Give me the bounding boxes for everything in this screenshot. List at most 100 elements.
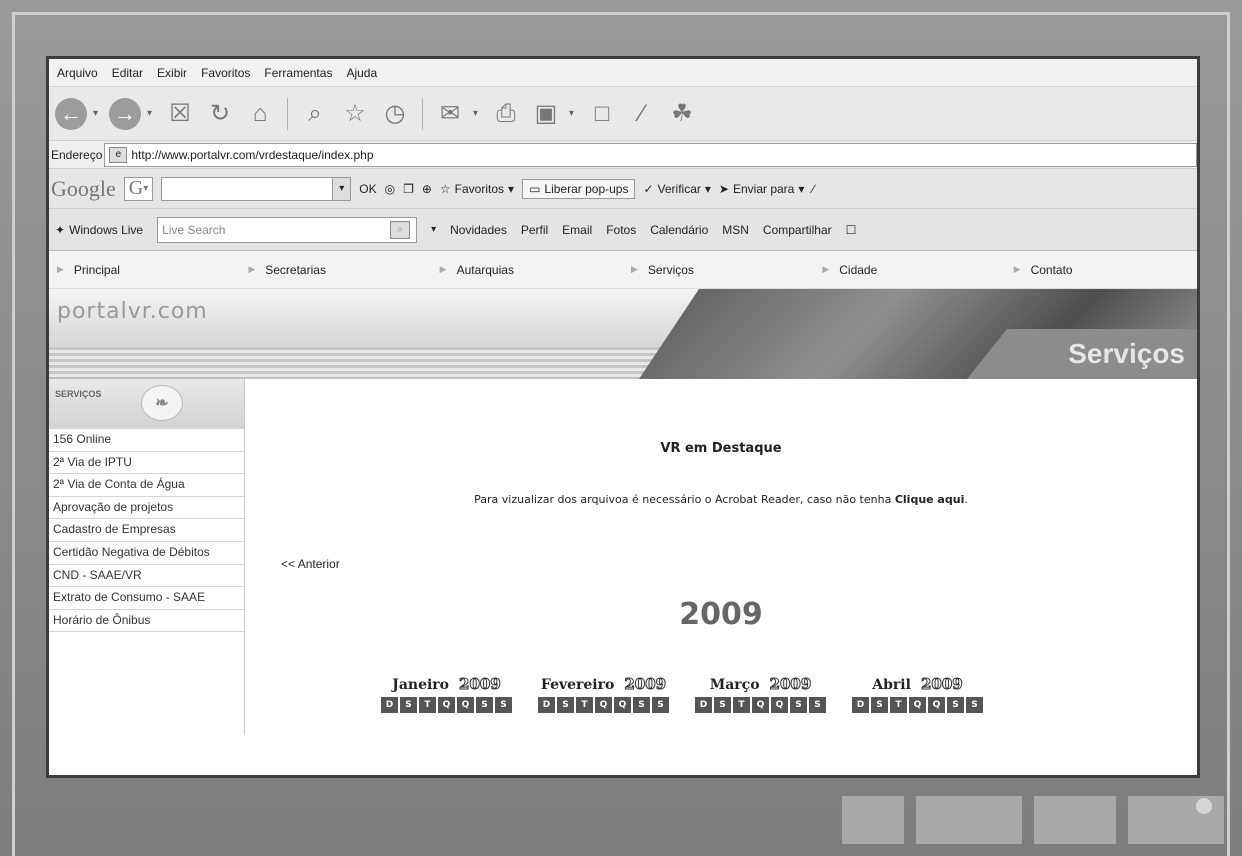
content-row: SERVIÇOS ❧ 156 Online 2ª Via de IPTU 2ª … (49, 379, 1197, 735)
google-menu-button[interactable]: G ▾ (123, 176, 154, 201)
back-icon[interactable]: ← (55, 97, 87, 130)
pen-icon[interactable]: ∕ (625, 97, 659, 131)
search-icon[interactable]: ⌕ (298, 97, 332, 131)
bookmark-icon[interactable]: ❐ (403, 182, 414, 196)
live-link-email[interactable]: Email (562, 223, 592, 237)
refresh-icon[interactable]: ↻ (203, 97, 237, 131)
options-icon[interactable]: ⊕ (422, 182, 432, 196)
google-search-input[interactable]: ▾ (161, 176, 352, 201)
stop-icon[interactable]: ☒ (163, 97, 197, 131)
back-dropdown-icon[interactable]: ▾ (93, 108, 103, 119)
browser-window: Arquivo Editar Exibir Favoritos Ferramen… (46, 56, 1200, 778)
weekday: D (695, 697, 712, 713)
send-to-button[interactable]: ➤ Enviar para ▾ (719, 182, 804, 196)
standard-toolbar: ← ▾ → ▾ ☒ ↻ ⌂ ⌕ ☆ ◷ ✉ ▾ ⎙ ▣ ▾ □ ∕ ☘ (49, 87, 1197, 141)
weekday: Q (438, 697, 455, 713)
menu-exibir[interactable]: Exibir (157, 66, 187, 80)
chevron-down-icon[interactable]: ▾ (431, 224, 436, 235)
menu-arquivo[interactable]: Arquivo (57, 66, 98, 80)
menu-ferramentas[interactable]: Ferramentas (264, 66, 332, 80)
address-url[interactable]: http://www.portalvr.com/vrdestaque/index… (131, 148, 373, 162)
live-link-calendario[interactable]: Calendário (650, 223, 708, 237)
sidebar-item-certidao[interactable]: Certidão Negativa de Débitos (49, 542, 244, 565)
messenger-icon[interactable]: ☘ (665, 97, 699, 131)
nav-principal[interactable]: ▶ Principal (49, 263, 240, 277)
weekday: S (714, 697, 731, 713)
weekday: S (557, 697, 574, 713)
popup-blocker-button[interactable]: ▭ Liberar pop-ups (522, 178, 636, 199)
weekday: Q (928, 697, 945, 713)
chevron-down-icon[interactable]: ▾ (332, 177, 351, 200)
forward-dropdown-icon[interactable]: ▾ (147, 108, 157, 119)
site-logo[interactable]: portalvr.com (57, 299, 208, 324)
send-label: Enviar para (732, 181, 795, 196)
live-search-placeholder: Live Search (162, 222, 226, 237)
windows-live-brand[interactable]: ✦ Windows Live (55, 223, 143, 237)
favorites-button[interactable]: ☆ Favoritos ▾ (440, 182, 514, 196)
edit-dropdown-icon[interactable]: ▾ (569, 108, 579, 119)
nav-secretarias[interactable]: ▶ Secretarias (240, 263, 431, 277)
month-janeiro: Janeiro 2009 DSTQQSS (381, 675, 512, 713)
live-link-fotos[interactable]: Fotos (606, 223, 636, 237)
mail-dropdown-icon[interactable]: ▾ (473, 108, 483, 119)
nav-autarquias[interactable]: ▶ Autarquias (432, 263, 623, 277)
previous-link[interactable]: << Anterior (281, 557, 340, 571)
acrobat-download-link[interactable]: Clique aqui (895, 493, 965, 506)
month-fevereiro: Fevereiro 2009 DSTQQSS (538, 675, 669, 713)
decorative-footer (0, 778, 1242, 856)
menu-favoritos[interactable]: Favoritos (201, 66, 250, 80)
month-marco: Março 2009 DSTQQSS (695, 675, 826, 713)
home-icon[interactable]: ⌂ (243, 97, 277, 131)
favorites-star-icon[interactable]: ☆ (338, 97, 372, 131)
sidebar-item-156-online[interactable]: 156 Online (49, 429, 244, 452)
live-link-msn[interactable]: MSN (722, 223, 749, 237)
share-icon[interactable]: ☐ (846, 223, 857, 237)
sidebar-item-aprovacao[interactable]: Aprovação de projetos (49, 497, 244, 520)
page-icon: e (109, 146, 128, 163)
pen-icon[interactable]: ∕ (812, 182, 814, 196)
google-ok-button[interactable]: OK (359, 182, 376, 196)
pagerank-icon[interactable]: ◎ (385, 182, 395, 196)
google-ok-label: OK (359, 181, 377, 196)
sidebar-item-cadastro[interactable]: Cadastro de Empresas (49, 519, 244, 542)
menu-editar[interactable]: Editar (112, 66, 143, 80)
services-sidebar: SERVIÇOS ❧ 156 Online 2ª Via de IPTU 2ª … (49, 379, 245, 735)
month-year: 2009 (624, 675, 667, 694)
google-logo[interactable]: Google (51, 176, 116, 202)
weekday: S (476, 697, 493, 713)
spellcheck-button[interactable]: ✓ Verificar ▾ (643, 182, 710, 196)
live-search-input[interactable]: Live Search ⌕ (157, 216, 418, 243)
weekday: Q (771, 697, 788, 713)
windows-live-logo-icon: ✦ (55, 222, 66, 237)
sidebar-item-conta-agua[interactable]: 2ª Via de Conta de Água (49, 474, 244, 497)
history-icon[interactable]: ◷ (378, 97, 412, 131)
month-year: 2009 (459, 675, 502, 694)
windows-live-label: Windows Live (69, 222, 144, 237)
edit-page-icon[interactable]: ▣ (529, 97, 563, 131)
sidebar-item-extrato[interactable]: Extrato de Consumo - SAAE (49, 587, 244, 610)
forward-icon[interactable]: → (109, 97, 141, 130)
nav-cidade[interactable]: ▶ Cidade (814, 263, 1005, 277)
menu-ajuda[interactable]: Ajuda (346, 66, 377, 80)
weekday: T (576, 697, 593, 713)
weekday: S (633, 697, 650, 713)
sidebar-item-onibus[interactable]: Horário de Ônibus (49, 610, 244, 633)
address-field[interactable]: e http://www.portalvr.com/vrdestaque/ind… (104, 142, 1197, 167)
search-icon[interactable]: ⌕ (390, 220, 411, 239)
decor-dot (1196, 798, 1212, 814)
month-name: Fevereiro (540, 677, 615, 693)
discuss-icon[interactable]: □ (585, 97, 619, 131)
menu-bar: Arquivo Editar Exibir Favoritos Ferramen… (49, 59, 1197, 87)
live-link-perfil[interactable]: Perfil (521, 223, 548, 237)
decor-block (842, 796, 904, 844)
live-link-novidades[interactable]: Novidades (450, 223, 507, 237)
sidebar-item-iptu[interactable]: 2ª Via de IPTU (49, 452, 244, 475)
nav-contato[interactable]: ▶ Contato (1006, 263, 1197, 277)
mail-icon[interactable]: ✉ (433, 97, 467, 131)
weekday: S (495, 697, 512, 713)
print-icon[interactable]: ⎙ (489, 97, 523, 131)
nav-servicos[interactable]: ▶ Serviços (623, 263, 814, 277)
live-link-compartilhar[interactable]: Compartilhar (763, 223, 832, 237)
sidebar-item-cnd[interactable]: CND - SAAE/VR (49, 565, 244, 588)
sidebar-header: SERVIÇOS ❧ (49, 379, 244, 429)
